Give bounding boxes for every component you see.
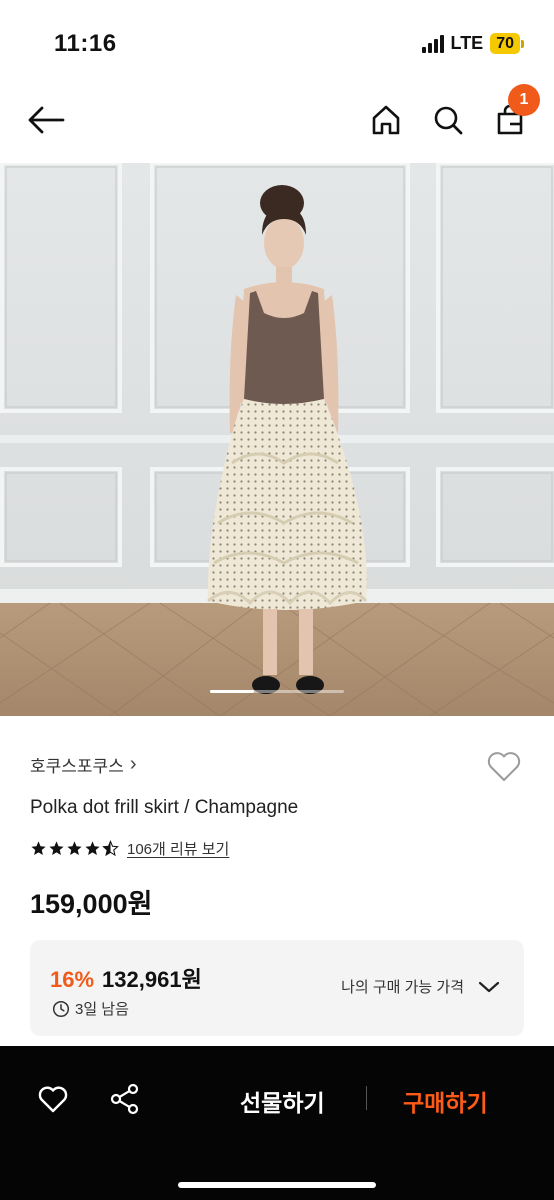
like-button[interactable] [36, 1082, 70, 1116]
deal-price-line: 16% 132,961원 [50, 962, 202, 994]
signal-icon [421, 34, 444, 53]
network-label: LTE [450, 33, 484, 53]
cart-count-badge: 1 [508, 84, 540, 116]
status-indicators: LTE 70 [421, 33, 524, 54]
arrow-left-icon [28, 106, 65, 134]
star-icon [67, 841, 82, 856]
home-button[interactable] [366, 100, 406, 140]
deal-timer-text: 3일 남음 [75, 1001, 129, 1018]
my-price-toggle[interactable]: 나의 구매 가능 가격 [341, 976, 500, 997]
battery-icon: 70 [490, 33, 520, 54]
action-divider [366, 1086, 367, 1110]
star-icon [31, 841, 46, 856]
chevron-down-icon [478, 981, 500, 992]
search-button[interactable] [428, 100, 468, 140]
share-button[interactable] [108, 1082, 142, 1116]
status-bar: 11:16 LTE 70 [0, 0, 554, 80]
discount-percent: 16% [50, 967, 95, 992]
product-price: 159,000원 [30, 889, 153, 919]
star-half-icon [102, 840, 119, 857]
rating-row: 106개 리뷰 보기 [30, 838, 229, 859]
back-button[interactable] [26, 100, 66, 140]
brand-link[interactable]: 호쿠스포쿠스 › [30, 752, 137, 777]
chevron-right-icon: › [129, 753, 137, 775]
my-price-label: 나의 구매 가능 가격 [341, 979, 464, 996]
heart-icon [38, 1086, 68, 1113]
review-link[interactable]: 106개 리뷰 보기 [127, 838, 229, 859]
wishlist-button[interactable] [484, 746, 524, 786]
image-pager-progress [210, 690, 255, 693]
share-icon [110, 1083, 139, 1115]
battery-cap [521, 39, 524, 48]
brand-name: 호쿠스포쿠스 [30, 757, 124, 776]
image-pager [210, 690, 344, 693]
bottom-action-bar: 선물하기 구매하기 [0, 1046, 554, 1200]
home-icon [372, 105, 400, 135]
search-icon [434, 106, 463, 135]
clock-icon [52, 1000, 70, 1017]
top-nav [0, 80, 554, 160]
buy-button[interactable]: 구매하기 [403, 1084, 488, 1118]
star-rating [30, 840, 119, 857]
star-icon [49, 841, 64, 856]
product-name: Polka dot frill skirt / Champagne [30, 797, 299, 818]
status-time: 11:16 [54, 30, 117, 57]
home-indicator [178, 1182, 376, 1188]
deal-price: 132,961원 [102, 967, 202, 992]
product-image[interactable] [0, 163, 554, 716]
heart-icon [487, 752, 521, 781]
deal-timer: 3일 남음 [52, 998, 129, 1019]
star-icon [85, 841, 100, 856]
deal-price-box[interactable]: 16% 132,961원 3일 남음 나의 구매 가능 가격 [30, 940, 524, 1036]
product-photo [0, 163, 554, 716]
gift-button[interactable]: 선물하기 [240, 1084, 325, 1118]
